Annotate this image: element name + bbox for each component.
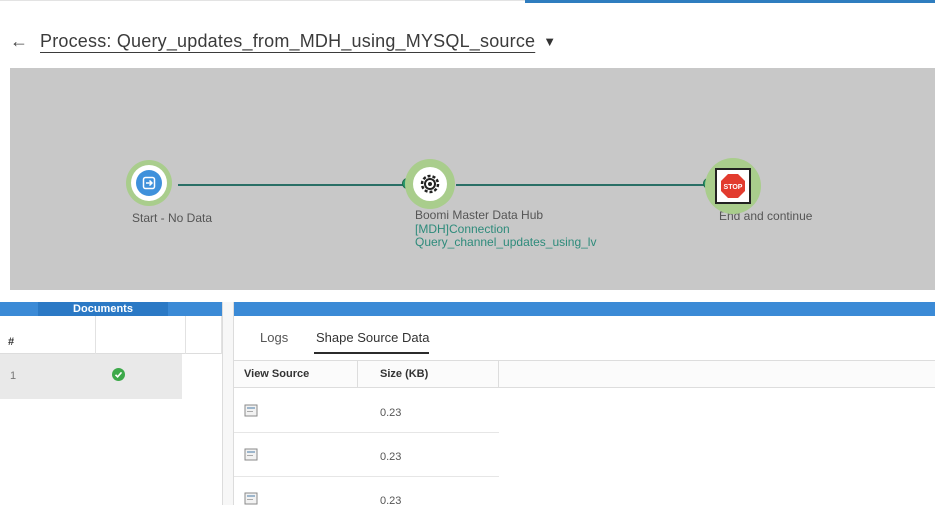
document-number: 1 xyxy=(10,370,17,382)
documents-hash-header: # xyxy=(8,336,15,348)
stop-badge-text: STOP xyxy=(724,184,743,191)
documents-col-extra xyxy=(186,316,222,354)
size-value: 0.23 xyxy=(380,495,402,505)
check-circle-icon xyxy=(112,368,125,381)
size-value: 0.23 xyxy=(380,451,402,463)
results-panel: Logs Shape Source Data View Source Size … xyxy=(234,302,935,505)
table-row: 0.23 xyxy=(234,477,499,505)
start-shape-label: Start - No Data xyxy=(132,211,213,225)
documents-col-status[interactable] xyxy=(96,316,186,354)
connector-line-1 xyxy=(178,184,409,186)
documents-row[interactable]: 1 xyxy=(0,354,182,399)
tab-shape-source-data[interactable]: Shape Source Data xyxy=(314,330,430,354)
documents-panel: Documents # 1 xyxy=(0,302,222,505)
documents-header: Documents xyxy=(38,302,168,316)
document-icon[interactable] xyxy=(244,492,259,505)
col-size-kb[interactable]: Size (KB) xyxy=(358,361,499,387)
stop-sign-icon: STOP xyxy=(721,174,745,198)
panel-splitter[interactable] xyxy=(222,302,234,505)
connector-shape-label: Boomi Master Data Hub xyxy=(415,208,544,222)
table-row: 0.23 xyxy=(234,389,499,433)
connector-shape[interactable] xyxy=(405,159,455,209)
caret-down-icon[interactable]: ▼ xyxy=(543,34,556,49)
results-grid-header: View Source Size (KB) xyxy=(234,360,935,388)
documents-column-headers: # xyxy=(0,316,222,354)
gear-icon xyxy=(420,174,440,194)
connector-line-2 xyxy=(456,184,709,186)
col-view-source[interactable]: View Source xyxy=(234,361,358,387)
table-row: 0.23 xyxy=(234,433,499,477)
start-arrow-icon xyxy=(142,176,156,190)
size-value: 0.23 xyxy=(380,407,402,419)
tab-logs[interactable]: Logs xyxy=(260,330,288,345)
results-header-bar xyxy=(234,302,935,316)
top-accent-bar xyxy=(525,0,935,3)
start-shape[interactable] xyxy=(126,160,172,206)
document-icon[interactable] xyxy=(244,404,259,417)
process-title-row: ← Process: Query_updates_from_MDH_using_… xyxy=(10,26,556,56)
left-arrow-icon[interactable]: ← xyxy=(10,31,40,52)
document-icon[interactable] xyxy=(244,448,259,461)
documents-col-number[interactable] xyxy=(0,316,96,354)
process-title-link[interactable]: Process: Query_updates_from_MDH_using_MY… xyxy=(40,31,535,52)
end-shape[interactable]: STOP xyxy=(705,158,761,214)
connector-shape-connection: [MDH]Connection xyxy=(415,222,510,236)
connector-shape-operation: Query_channel_updates_using_lv xyxy=(415,236,597,249)
